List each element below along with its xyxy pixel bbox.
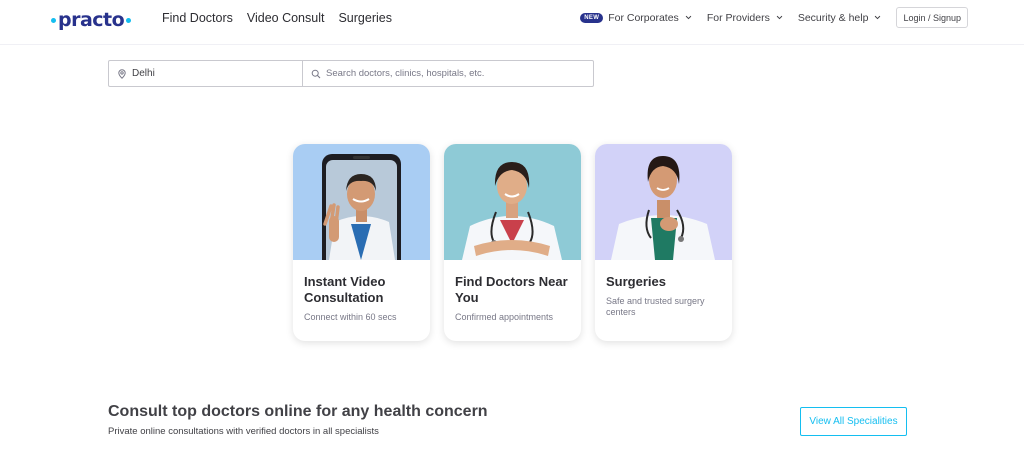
nav-for-providers-label: For Providers: [706, 11, 770, 24]
service-cards: Instant Video Consultation Connect withi…: [293, 144, 732, 341]
card-subtitle: Confirmed appointments: [455, 312, 554, 322]
secondary-nav: NEW For Corporates For Providers Securit…: [580, 7, 968, 28]
video-consult-image: [293, 144, 430, 260]
surgeon-illustration: [611, 156, 715, 260]
top-header: practo Find Doctors Video Consult Surger…: [0, 0, 1024, 45]
chevron-down-icon: [875, 15, 881, 20]
location-value: Delhi: [132, 68, 155, 79]
login-signup-button[interactable]: Login / Signup: [896, 7, 968, 28]
nav-video-consult[interactable]: Video Consult: [247, 11, 325, 25]
surgeries-image: [595, 144, 732, 260]
find-doctors-image: [444, 144, 581, 260]
chevron-down-icon: [776, 15, 783, 20]
search-input[interactable]: Search doctors, clinics, hospitals, etc.: [303, 61, 593, 86]
card-instant-video-consultation[interactable]: Instant Video Consultation Connect withi…: [293, 144, 430, 341]
nav-for-corporates[interactable]: NEW For Corporates: [580, 12, 692, 24]
nav-for-corporates-label: For Corporates: [608, 11, 679, 24]
card-subtitle: Safe and trusted surgery centers: [606, 296, 705, 317]
consult-section-title: Consult top doctors online for any healt…: [108, 403, 488, 420]
doctor-illustration: [462, 162, 562, 260]
logo-dot-left: [51, 17, 56, 23]
practo-logo[interactable]: practo: [51, 8, 132, 32]
card-find-doctors-near-you[interactable]: Find Doctors Near You Confirmed appointm…: [444, 144, 581, 341]
nav-security-help[interactable]: Security & help: [798, 12, 882, 24]
search-icon: [311, 69, 321, 78]
consult-section-subtitle: Private online consultations with verifi…: [108, 426, 379, 437]
primary-nav: Find Doctors Video Consult Surgeries: [162, 11, 392, 25]
logo-dot-right: [126, 17, 132, 23]
logo-wordmark: practo: [58, 9, 125, 31]
card-surgeries[interactable]: Surgeries Safe and trusted surgery cente…: [595, 144, 732, 341]
card-subtitle: Connect within 60 secs: [304, 312, 397, 322]
search-placeholder: Search doctors, clinics, hospitals, etc.: [326, 68, 485, 79]
nav-surgeries[interactable]: Surgeries: [338, 11, 392, 25]
chevron-down-icon: [685, 15, 692, 20]
location-input[interactable]: Delhi: [109, 61, 303, 86]
nav-for-providers[interactable]: For Providers: [707, 12, 783, 24]
location-pin-icon: [118, 68, 126, 79]
nav-find-doctors[interactable]: Find Doctors: [162, 11, 233, 25]
card-title: Find Doctors Near You: [455, 274, 568, 305]
card-title: Surgeries: [606, 274, 666, 289]
card-title: Instant Video Consultation: [304, 274, 386, 305]
search-bar: Delhi Search doctors, clinics, hospitals…: [108, 60, 594, 87]
new-badge: NEW: [580, 12, 604, 23]
doctor-on-phone-illustration: [322, 154, 401, 260]
view-all-specialities-button[interactable]: View All Specialities: [800, 407, 907, 436]
nav-security-help-label: Security & help: [797, 11, 869, 24]
